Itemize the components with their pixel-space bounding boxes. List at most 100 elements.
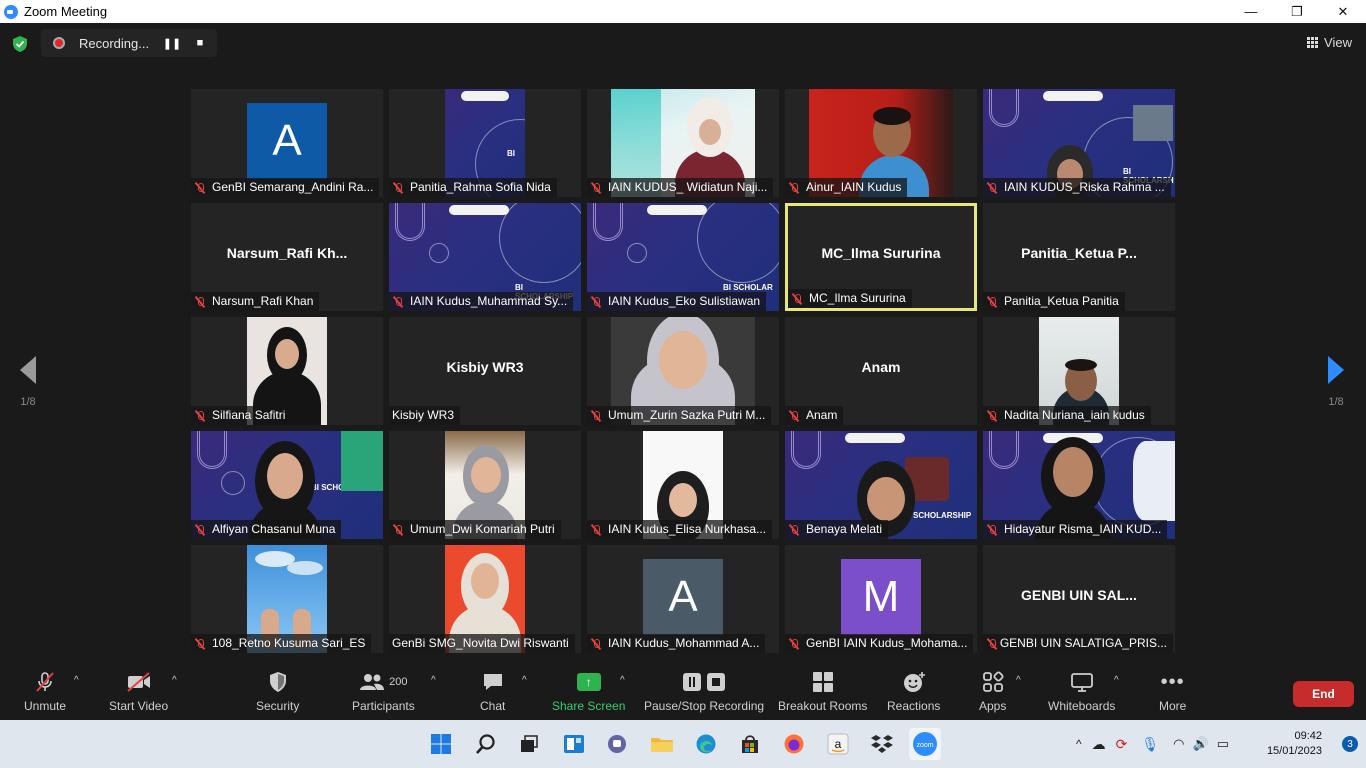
previous-page-button[interactable]: 1/8 bbox=[12, 356, 44, 408]
dropbox-icon[interactable] bbox=[866, 728, 898, 760]
whiteboard-icon bbox=[1070, 673, 1093, 692]
pause-stop-recording-button[interactable]: Pause/Stop Recording bbox=[644, 669, 764, 713]
chat-options-chevron-icon[interactable]: ^ bbox=[522, 675, 527, 686]
file-explorer-icon[interactable] bbox=[646, 728, 678, 760]
reactions-button[interactable]: Reactions bbox=[887, 669, 940, 713]
whiteboards-button[interactable]: Whiteboards bbox=[1048, 669, 1115, 713]
start-video-button[interactable]: Start Video bbox=[109, 669, 168, 713]
onedrive-cloud-icon[interactable]: ☁ bbox=[1092, 736, 1106, 753]
edge-browser-icon[interactable] bbox=[690, 728, 722, 760]
participant-name: Umum_Dwi Komariah Putri bbox=[389, 520, 561, 539]
title-bar: Zoom Meeting — ❐ ✕ bbox=[0, 0, 1366, 23]
teams-chat-icon[interactable] bbox=[601, 728, 633, 760]
svg-text:zoom: zoom bbox=[916, 742, 933, 749]
participant-tile[interactable]: IAIN Kudus_Elisa Nurkhasa... bbox=[587, 431, 779, 539]
firefox-icon[interactable] bbox=[778, 728, 810, 760]
participant-tile[interactable]: Ainur_IAIN Kudus bbox=[785, 89, 977, 197]
participant-tile[interactable]: Nadita Nuriana_iain kudus bbox=[983, 317, 1175, 425]
maximize-button[interactable]: ❐ bbox=[1274, 0, 1320, 23]
audio-options-chevron-icon[interactable]: ^ bbox=[74, 675, 79, 686]
security-shield-icon bbox=[269, 672, 286, 692]
participant-tile[interactable]: Silfiana Safitri bbox=[191, 317, 383, 425]
participant-tile[interactable]: Umum_Zurin Sazka Putri M... bbox=[587, 317, 779, 425]
next-page-button[interactable]: 1/8 bbox=[1320, 356, 1352, 408]
participant-tile[interactable]: Hidayatur Risma_IAIN KUD... bbox=[983, 431, 1175, 539]
participant-name: IAIN KUDUS_Riska Rahma ... bbox=[983, 178, 1171, 197]
meeting-controls: Unmute ^ Start Video ^ Security 200 Part… bbox=[0, 663, 1366, 720]
participant-tile[interactable]: Panitia_Ketua P... Panitia_Ketua Panitia bbox=[983, 203, 1175, 311]
participant-tile[interactable]: BI SCHOLARSHIP IAIN Kudus_Muhammad Sy... bbox=[389, 203, 581, 311]
chat-button[interactable]: Chat bbox=[480, 669, 505, 713]
video-camera-off-icon bbox=[126, 672, 150, 692]
microphone-muted-icon bbox=[36, 672, 54, 692]
whiteboards-options-chevron-icon[interactable]: ^ bbox=[1114, 675, 1119, 686]
grid-view-icon bbox=[1307, 37, 1319, 48]
participant-tile[interactable]: IAIN KUDUS_ Widiatun Naji... bbox=[587, 89, 779, 197]
participant-name: IAIN KUDUS_ Widiatun Naji... bbox=[587, 178, 774, 197]
view-button[interactable]: View bbox=[1307, 35, 1352, 50]
breakout-rooms-button[interactable]: Breakout Rooms bbox=[778, 669, 867, 713]
task-view-icon[interactable] bbox=[513, 728, 545, 760]
muted-mic-icon bbox=[392, 524, 404, 536]
widgets-icon[interactable] bbox=[558, 728, 590, 760]
muted-mic-icon bbox=[590, 638, 602, 650]
avatar: A bbox=[643, 559, 723, 635]
participant-name: 108_Retno Kusuma Sari_ES bbox=[191, 634, 372, 653]
chevron-right-icon bbox=[1328, 356, 1344, 384]
amazon-icon[interactable]: a bbox=[822, 728, 854, 760]
stop-icon[interactable]: ■ bbox=[189, 32, 211, 54]
participant-name: Anam bbox=[785, 406, 844, 425]
participant-tile[interactable]: GENBI UIN SAL... GENBI UIN SALATIGA_PRIS… bbox=[983, 545, 1175, 653]
microphone-icon[interactable]: 🎙 bbox=[1141, 736, 1159, 753]
pause-icon[interactable]: ❚❚ bbox=[161, 32, 183, 54]
participants-button[interactable]: 200 Participants bbox=[352, 669, 415, 713]
muted-mic-icon bbox=[986, 182, 998, 194]
search-icon[interactable] bbox=[470, 728, 502, 760]
apps-options-chevron-icon[interactable]: ^ bbox=[1016, 675, 1021, 686]
participant-display-name: Kisbiy WR3 bbox=[446, 359, 524, 375]
participant-name: Hidayatur Risma_IAIN KUD... bbox=[983, 520, 1168, 539]
participant-tile[interactable]: BI SCHOLAR IAIN Kudus_Eko Sulistiawan bbox=[587, 203, 779, 311]
participant-tile[interactable]: GenBi SMG_Novita Dwi Riswanti bbox=[389, 545, 581, 653]
participant-tile[interactable]: Narsum_Rafi Kh... Narsum_Rafi Khan bbox=[191, 203, 383, 311]
share-screen-button[interactable]: ↑ Share Screen bbox=[552, 669, 625, 713]
battery-icon[interactable]: ▭ bbox=[1217, 736, 1229, 752]
participant-tile[interactable]: Kisbiy WR3 Kisbiy WR3 bbox=[389, 317, 581, 425]
share-options-chevron-icon[interactable]: ^ bbox=[620, 675, 625, 686]
encryption-shield-icon[interactable] bbox=[12, 35, 28, 53]
notification-badge[interactable]: 3 bbox=[1342, 736, 1358, 752]
microsoft-store-icon[interactable] bbox=[734, 728, 766, 760]
participant-tile[interactable]: BI SCHOLARSH IAIN KUDUS_Riska Rahma ... bbox=[983, 89, 1175, 197]
more-button[interactable]: ••• More bbox=[1159, 669, 1186, 714]
volume-icon[interactable]: 🔊 bbox=[1193, 736, 1209, 752]
active-speaker-tile[interactable]: MC_Ilma Sururina MC_Ilma Sururina bbox=[785, 203, 977, 311]
sync-icon[interactable]: ⟳ bbox=[1116, 736, 1128, 753]
participant-tile[interactable]: SCHOLARSHIP Benaya Melati bbox=[785, 431, 977, 539]
apps-button[interactable]: Apps bbox=[979, 669, 1006, 713]
minimize-button[interactable]: — bbox=[1228, 0, 1274, 23]
participant-tile[interactable]: A IAIN Kudus_Mohammad A... bbox=[587, 545, 779, 653]
muted-mic-icon bbox=[194, 296, 206, 308]
participant-tile[interactable]: Anam Anam bbox=[785, 317, 977, 425]
participant-tile[interactable]: Umum_Dwi Komariah Putri bbox=[389, 431, 581, 539]
participants-options-chevron-icon[interactable]: ^ bbox=[431, 675, 436, 686]
unmute-button[interactable]: Unmute bbox=[24, 669, 66, 713]
start-menu-icon[interactable] bbox=[425, 728, 457, 760]
breakout-rooms-icon bbox=[812, 672, 833, 692]
reactions-emoji-icon bbox=[903, 672, 925, 692]
participant-tile[interactable]: BI SCHOLARSHIP Alfiyan Chasanul Muna bbox=[191, 431, 383, 539]
end-meeting-button[interactable]: End bbox=[1293, 681, 1354, 707]
participant-tile[interactable]: 108_Retno Kusuma Sari_ES bbox=[191, 545, 383, 653]
participant-tile[interactable]: BI Panitia_Rahma Sofia Nida bbox=[389, 89, 581, 197]
participant-tile[interactable]: A GenBI Semarang_Andini Ra... bbox=[191, 89, 383, 197]
muted-mic-icon bbox=[590, 524, 602, 536]
avatar: M bbox=[841, 559, 921, 635]
participant-tile[interactable]: M GenBI IAIN Kudus_Mohama... bbox=[785, 545, 977, 653]
security-button[interactable]: Security bbox=[256, 669, 299, 713]
show-hidden-icons-chevron-icon[interactable]: ^ bbox=[1076, 737, 1082, 751]
wifi-icon[interactable]: ◠ bbox=[1173, 736, 1184, 752]
taskbar-clock[interactable]: 09:42 15/01/2023 bbox=[1267, 729, 1322, 759]
close-button[interactable]: ✕ bbox=[1320, 0, 1366, 23]
video-options-chevron-icon[interactable]: ^ bbox=[172, 675, 177, 686]
zoom-taskbar-icon[interactable]: zoom bbox=[909, 728, 941, 760]
